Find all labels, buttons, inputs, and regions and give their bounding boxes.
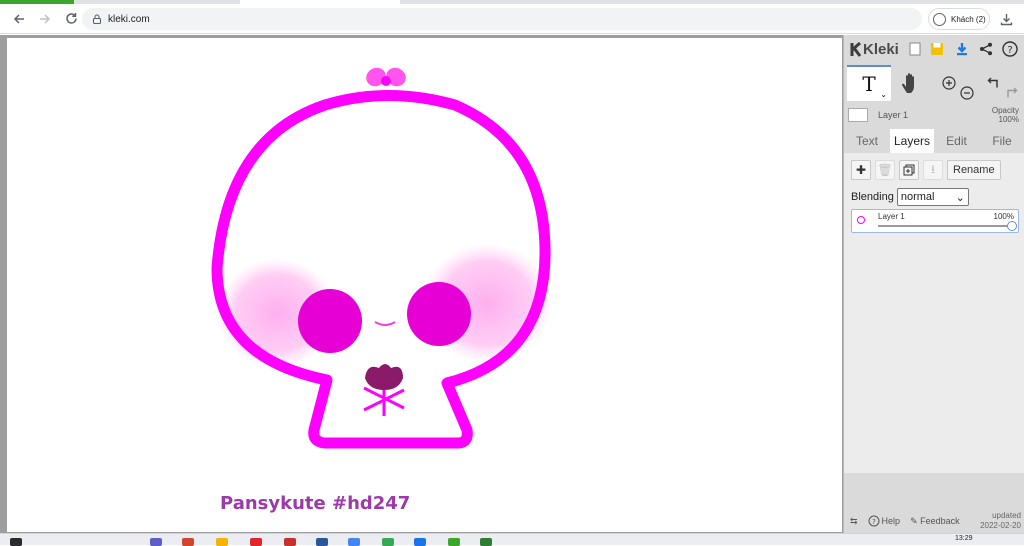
layer-button-row: ✚ 🗑 ⭳ Rename [851, 160, 1001, 181]
os-taskbar: 13:29 [0, 533, 1024, 546]
layer-item-opacity: 100% [993, 212, 1014, 221]
mouth [374, 321, 396, 326]
kleki-logo[interactable]: Kleki [850, 41, 899, 58]
svg-text:?: ? [872, 518, 876, 526]
layer-list-item[interactable]: Layer 1 100% [851, 209, 1019, 233]
bow [366, 67, 406, 87]
updated-info: updated 2022-02-20 [980, 511, 1021, 531]
opacity-label: Opacity [991, 106, 1019, 115]
delete-layer-icon[interactable]: 🗑 [875, 160, 895, 180]
slider-handle[interactable] [1007, 221, 1017, 231]
tab-file[interactable]: File [979, 129, 1024, 153]
artwork-caption: Pansykute #hd247 [220, 493, 411, 514]
panel-header: Kleki ? [844, 35, 1024, 64]
layer-opacity-slider[interactable] [878, 221, 1017, 231]
reload-icon[interactable] [60, 8, 82, 30]
lock-icon [92, 14, 102, 24]
layer-item-thumbnail [857, 216, 865, 224]
feedback-label: Feedback [920, 515, 960, 526]
help-label: Help [881, 516, 901, 526]
swap-sides-icon[interactable]: ⇆ [850, 516, 858, 527]
feedback-icon: ✎ [910, 515, 918, 526]
add-layer-icon[interactable]: ✚ [851, 160, 871, 180]
download-icon[interactable] [996, 9, 1016, 29]
flower [363, 364, 405, 416]
url-text: kleki.com [108, 13, 150, 25]
tab-edit[interactable]: Edit [934, 129, 979, 153]
browser-toolbar: kleki.com Khách (2) [0, 4, 1024, 34]
clock: 13:29 [955, 535, 973, 542]
kleki-logo-text: Kleki [863, 41, 899, 58]
merge-down-icon[interactable]: ⭳ [923, 160, 943, 180]
tab-layers[interactable]: Layers [890, 129, 934, 153]
profile-icon [933, 12, 946, 26]
feedback-link[interactable]: ✎ Feedback [910, 516, 960, 527]
rename-button[interactable]: Rename [947, 160, 1001, 180]
tool-row: T ⌄ [844, 65, 1024, 101]
panel-footer: ⇆ ? Help ✎ Feedback updated 2022-02-20 [844, 509, 1024, 533]
layer-item-name: Layer 1 [878, 212, 905, 221]
svg-text:?: ? [1007, 45, 1012, 56]
panel-tabs: Text Layers Edit File [844, 129, 1024, 153]
kleki-logo-icon [850, 42, 862, 57]
tab-text[interactable]: Text [844, 129, 890, 153]
layer-thumbnail [848, 108, 868, 122]
eye-right [407, 282, 471, 346]
chevron-down-icon: ⌄ [955, 191, 965, 204]
current-layer-header: Layer 1 Opacity 100% [844, 105, 1024, 127]
download-icon[interactable] [953, 40, 971, 58]
opacity-readout: Opacity 100% [992, 106, 1019, 124]
updated-date: 2022-02-20 [980, 521, 1021, 530]
layers-tab-content: ✚ 🗑 ⭳ Rename Blending normal ⌄ Layer 1 1… [844, 153, 1024, 473]
blending-select[interactable]: normal ⌄ [896, 188, 969, 206]
back-icon[interactable] [8, 8, 30, 30]
text-tool[interactable]: T ⌄ [847, 65, 891, 101]
duplicate-layer-icon[interactable] [899, 160, 919, 180]
forward-icon[interactable] [34, 8, 56, 30]
hand-tool-icon[interactable] [896, 67, 926, 99]
opacity-value: 100% [998, 115, 1019, 124]
address-bar[interactable]: kleki.com [82, 8, 922, 30]
current-layer-name: Layer 1 [878, 110, 909, 120]
blending-row: Blending normal ⌄ [851, 188, 969, 206]
profile-button[interactable]: Khách (2) [928, 8, 990, 30]
kleki-sidebar: Kleki ? T ⌄ Layer 1 Opacity 100% Text La… [843, 35, 1024, 533]
share-icon[interactable] [977, 40, 995, 58]
drawing-artwork [211, 67, 552, 449]
eye-left [298, 289, 362, 353]
updated-label: updated [992, 511, 1021, 520]
new-image-icon[interactable] [906, 40, 924, 58]
chevron-down-icon[interactable]: ⌄ [880, 90, 887, 99]
help-circle-icon: ? [868, 515, 880, 527]
drawing-canvas[interactable]: Pansykute #hd247 [7, 38, 842, 532]
help-icon[interactable]: ? [1001, 40, 1019, 58]
blending-value: normal [900, 191, 935, 203]
save-icon[interactable] [928, 40, 946, 58]
profile-label: Khách (2) [951, 14, 986, 24]
blending-label: Blending [851, 191, 894, 203]
help-link[interactable]: ? Help [868, 515, 901, 527]
